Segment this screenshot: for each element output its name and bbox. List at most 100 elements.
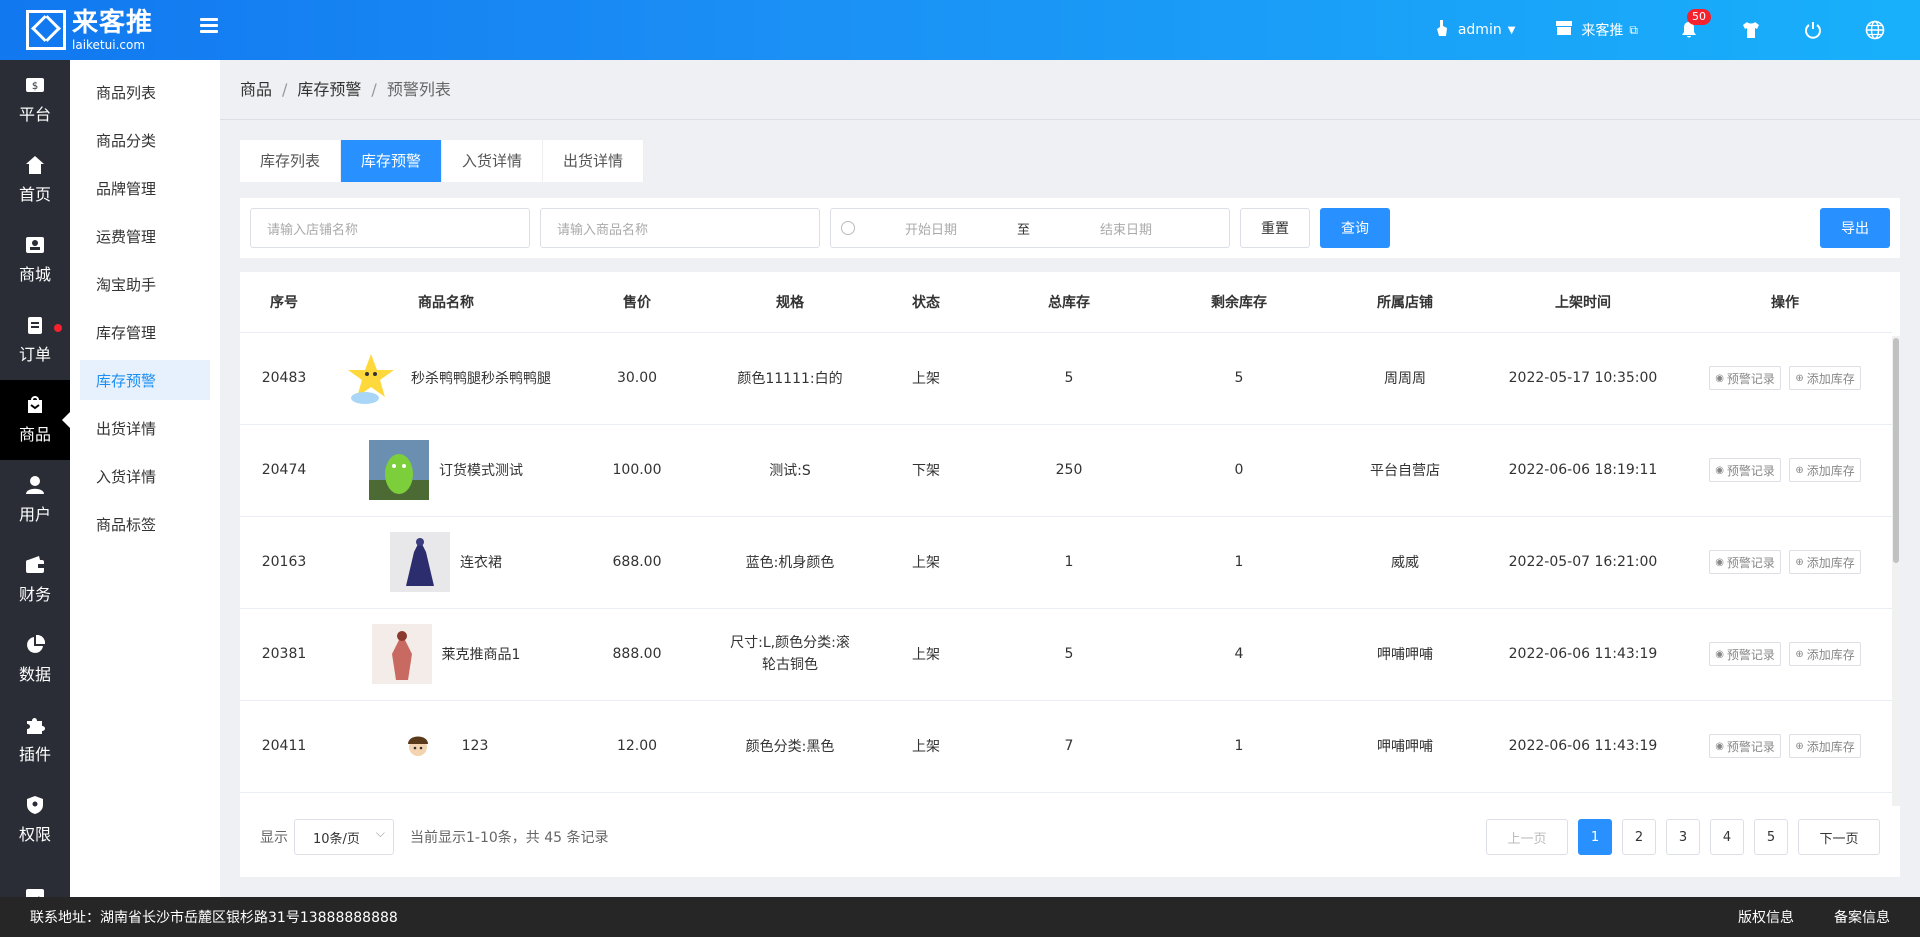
- cell-price: 30.00: [564, 332, 710, 425]
- submenu-brand[interactable]: 品牌管理: [80, 168, 210, 208]
- theme-button[interactable]: [1740, 19, 1762, 41]
- nav-item-media[interactable]: [0, 860, 70, 897]
- nav-item-permission[interactable]: 权限: [0, 780, 70, 860]
- eye-icon: ◉: [1715, 556, 1724, 568]
- table-scrollbar[interactable]: [1892, 336, 1900, 806]
- shield-icon: [27, 796, 43, 814]
- shirt-icon: [1740, 19, 1762, 41]
- store-name-input[interactable]: 请输入店铺名称: [250, 208, 530, 248]
- reset-button[interactable]: 重置: [1240, 208, 1310, 248]
- export-button[interactable]: 导出: [1820, 208, 1890, 248]
- cell-price: 12.00: [564, 700, 710, 793]
- admin-menu[interactable]: admin ▼: [1434, 19, 1516, 42]
- warning-record-button[interactable]: ◉ 预警记录: [1709, 458, 1781, 482]
- page-button-1[interactable]: 1: [1578, 819, 1612, 855]
- icp-link[interactable]: 备案信息: [1834, 907, 1890, 927]
- menu-toggle-icon[interactable]: [200, 18, 218, 36]
- breadcrumb-item[interactable]: 库存预警: [297, 80, 361, 99]
- store-link-label: 来客推: [1581, 23, 1624, 39]
- cell-time: 2022-06-06 11:43:19: [1488, 700, 1678, 793]
- submenu-stock-warning[interactable]: 库存预警: [80, 360, 210, 400]
- copyright-link[interactable]: 版权信息: [1738, 907, 1794, 927]
- nav-item-platform[interactable]: $ 平台: [0, 60, 70, 140]
- notification-button[interactable]: 50: [1678, 9, 1711, 41]
- page-button-5[interactable]: 5: [1754, 819, 1788, 855]
- logo-mark-icon: [26, 10, 66, 50]
- cell-status: 上架: [870, 700, 982, 793]
- col-header-store: 所属店铺: [1322, 272, 1488, 333]
- prev-page-button[interactable]: 上一页: [1486, 819, 1568, 855]
- pagination: 显示 10条/页 当前显示1-10条，共 45 条记录 上一页 1 2 3 4 …: [240, 797, 1900, 877]
- top-header: 来客推 laiketui.com admin ▼ 来客推 ⧉ 50: [0, 0, 1920, 60]
- cell-store: 呷哺呷哺: [1322, 700, 1488, 793]
- col-header-action: 操作: [1678, 272, 1892, 333]
- store-link[interactable]: 来客推 ⧉: [1555, 20, 1638, 41]
- add-stock-button[interactable]: ⊕ 添加库存: [1789, 366, 1861, 390]
- page-size-label: 显示: [260, 830, 288, 846]
- start-date-input[interactable]: 开始日期: [905, 219, 957, 238]
- nav-item-home[interactable]: 首页: [0, 140, 70, 220]
- page-button-3[interactable]: 3: [1666, 819, 1700, 855]
- goods-icon: [28, 396, 42, 413]
- logo[interactable]: 来客推 laiketui.com: [26, 8, 153, 52]
- submenu-goods-category[interactable]: 商品分类: [80, 120, 210, 160]
- cell-time: 2022-06-06 11:43:19: [1488, 608, 1678, 701]
- external-link-icon: ⧉: [1629, 22, 1638, 37]
- nav-item-finance[interactable]: 财务: [0, 540, 70, 620]
- language-button[interactable]: [1864, 19, 1886, 41]
- nav-item-order[interactable]: 订单: [0, 300, 70, 380]
- tab-inbound[interactable]: 入货详情: [442, 140, 544, 182]
- nav-item-user[interactable]: 用户: [0, 460, 70, 540]
- chevron-down-icon: ▼: [1507, 24, 1516, 36]
- tab-stock-warning[interactable]: 库存预警: [341, 140, 443, 182]
- cell-status: 上架: [870, 516, 982, 609]
- warning-record-button[interactable]: ◉ 预警记录: [1709, 734, 1781, 758]
- submenu-stock-manage[interactable]: 库存管理: [80, 312, 210, 352]
- tab-stock-list[interactable]: 库存列表: [240, 140, 342, 182]
- logout-button[interactable]: [1802, 19, 1824, 41]
- submenu-goods-tag[interactable]: 商品标签: [80, 504, 210, 544]
- add-stock-button[interactable]: ⊕ 添加库存: [1789, 458, 1861, 482]
- cell-spec: 测试:S: [710, 424, 870, 517]
- nav-item-data[interactable]: 数据: [0, 620, 70, 700]
- stock-warning-table: 序号 商品名称 售价 规格 状态 总库存 剩余库存 所属店铺 上架时间 操作 2…: [240, 272, 1900, 877]
- plus-circle-icon: ⊕: [1795, 464, 1804, 476]
- breadcrumb-item[interactable]: 商品: [240, 80, 272, 99]
- end-date-input[interactable]: 结束日期: [1100, 219, 1152, 238]
- page-size-select[interactable]: 10条/页: [294, 819, 394, 855]
- warning-record-button[interactable]: ◉ 预警记录: [1709, 550, 1781, 574]
- submenu-inbound[interactable]: 入货详情: [80, 456, 210, 496]
- eye-icon: ◉: [1715, 464, 1724, 476]
- cell-remain: 5: [1156, 332, 1322, 425]
- filter-bar: 请输入店铺名称 请输入商品名称 开始日期 至 结束日期 重置 查询 导出: [240, 198, 1900, 258]
- cell-spec: 尺寸:L,颜色分类:滚轮古铜色: [710, 608, 870, 701]
- submenu-outbound[interactable]: 出货详情: [80, 408, 210, 448]
- add-stock-button[interactable]: ⊕ 添加库存: [1789, 550, 1861, 574]
- warning-record-button[interactable]: ◉ 预警记录: [1709, 642, 1781, 666]
- page-button-4[interactable]: 4: [1710, 819, 1744, 855]
- submenu-goods-list[interactable]: 商品列表: [80, 72, 210, 112]
- col-header-total: 总库存: [982, 272, 1156, 333]
- goods-name-input[interactable]: 请输入商品名称: [540, 208, 820, 248]
- next-page-button[interactable]: 下一页: [1798, 819, 1880, 855]
- add-stock-button[interactable]: ⊕ 添加库存: [1789, 734, 1861, 758]
- plus-circle-icon: ⊕: [1795, 372, 1804, 384]
- search-button[interactable]: 查询: [1320, 208, 1390, 248]
- nav-item-mall[interactable]: 商城: [0, 220, 70, 300]
- nav-item-goods[interactable]: 商品: [0, 380, 70, 460]
- nav-label: 平台: [18, 105, 51, 124]
- submenu-freight[interactable]: 运费管理: [80, 216, 210, 256]
- nav-label: 订单: [18, 345, 51, 364]
- eye-icon: ◉: [1715, 648, 1724, 660]
- warning-record-button[interactable]: ◉ 预警记录: [1709, 366, 1781, 390]
- scrollbar-thumb[interactable]: [1893, 338, 1899, 563]
- power-icon: [1802, 19, 1824, 41]
- nav-label: 首页: [18, 185, 51, 204]
- date-range-picker[interactable]: 开始日期 至 结束日期: [830, 208, 1230, 248]
- nav-item-plugin[interactable]: 插件: [0, 700, 70, 780]
- page-button-2[interactable]: 2: [1622, 819, 1656, 855]
- submenu-taobao-helper[interactable]: 淘宝助手: [80, 264, 210, 304]
- stock-tabs: 库存列表 库存预警 入货详情 出货详情: [240, 140, 645, 182]
- add-stock-button[interactable]: ⊕ 添加库存: [1789, 642, 1861, 666]
- tab-outbound[interactable]: 出货详情: [543, 140, 645, 182]
